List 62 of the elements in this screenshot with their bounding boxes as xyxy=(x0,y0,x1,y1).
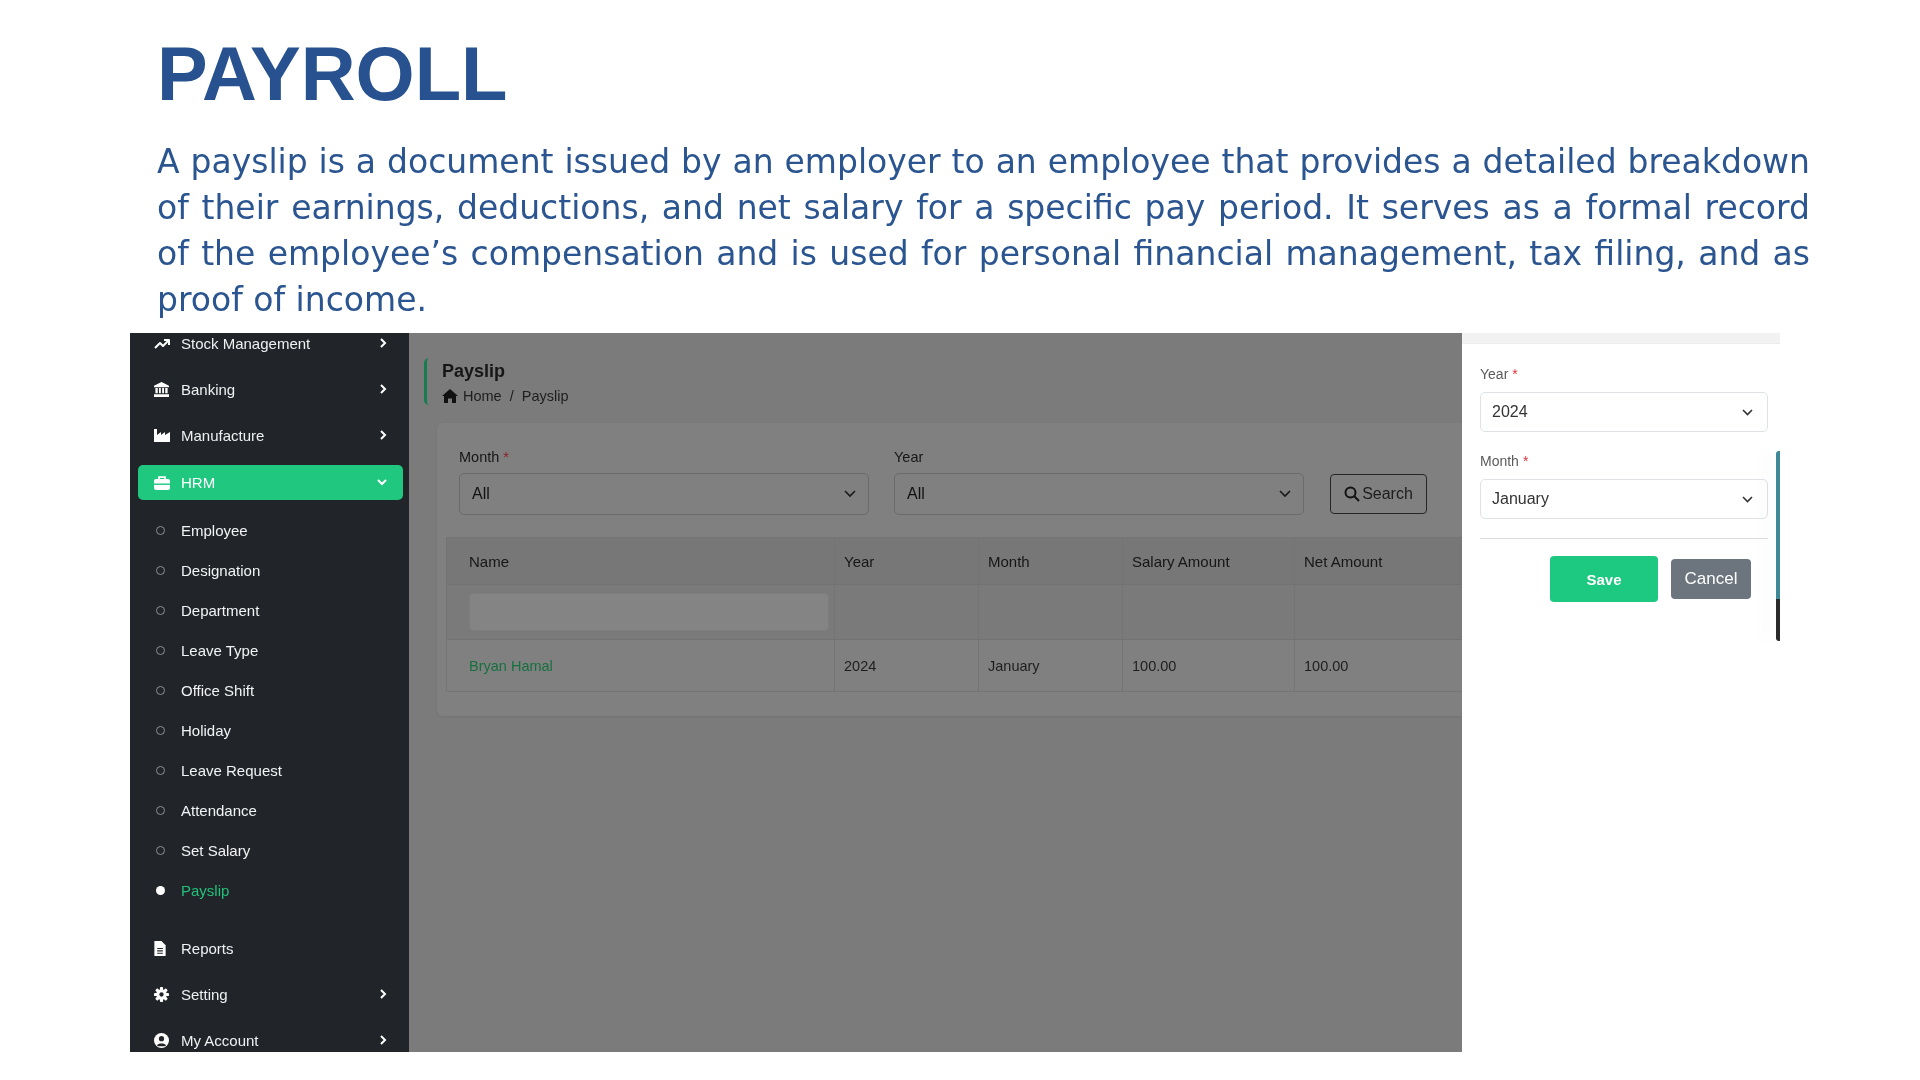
user-avatar-icon xyxy=(154,1032,169,1048)
column-header: Name xyxy=(468,551,510,572)
chevron-down-icon xyxy=(1742,495,1753,503)
select-field[interactable]: All xyxy=(894,473,1304,515)
submenu-item[interactable]: Attendance xyxy=(130,790,409,830)
factory-icon xyxy=(154,428,170,442)
ring-icon xyxy=(156,605,165,615)
chevron-down-icon xyxy=(1742,408,1753,416)
submenu-item[interactable]: Holiday xyxy=(130,710,409,750)
ring-icon xyxy=(156,685,165,695)
page-title: Payslip xyxy=(442,360,507,382)
submenu-item[interactable]: Office Shift xyxy=(130,670,409,710)
breadcrumb-link[interactable]: Home xyxy=(463,387,502,405)
briefcase-icon xyxy=(154,475,170,490)
table-cell: 2024 xyxy=(834,640,978,691)
chevron-down-icon xyxy=(844,490,856,498)
sidebar-item[interactable]: Manufacture xyxy=(130,412,409,458)
ring-icon xyxy=(156,725,165,735)
ring-icon xyxy=(156,565,165,575)
description-paragraph: A payslip is a document issued by an employer to an employee that provides a detailed breakdown of their earnings, deductions, and net salary for a specific pay period. It serves as a formal record of the employee’s compensation and is used for personal financial management, tax filing, and as proof of income. xyxy=(157,141,1810,321)
table-cell: 100.00 xyxy=(1122,640,1294,691)
submenu-item[interactable]: Designation xyxy=(130,550,409,590)
select-field[interactable]: January xyxy=(1480,479,1768,519)
required-mark: * xyxy=(1522,452,1529,470)
select-field[interactable]: All xyxy=(459,473,869,515)
required-mark: * xyxy=(1512,365,1518,383)
ring-icon xyxy=(156,805,165,815)
field-label: Month xyxy=(459,448,500,467)
trend-arrow-icon xyxy=(154,337,170,349)
field-label: Year xyxy=(894,448,924,467)
sidebar-item[interactable]: Stock Management xyxy=(130,333,409,366)
ring-icon xyxy=(156,525,165,535)
submenu-item[interactable]: Department xyxy=(130,590,409,630)
chevron-down-icon xyxy=(1279,490,1291,498)
field-label: Month xyxy=(1480,452,1519,470)
search-icon xyxy=(1344,486,1361,502)
filled-dot-icon xyxy=(156,885,165,895)
ring-icon xyxy=(156,765,165,775)
field-label: Year xyxy=(1480,365,1509,383)
breadcrumb-current: Payslip xyxy=(521,387,569,405)
required-mark: * xyxy=(503,448,509,467)
settings-icon xyxy=(154,986,169,1002)
table-cell: January xyxy=(978,640,1122,691)
page-heading: PAYROLL xyxy=(157,36,508,112)
submenu-item[interactable]: Payslip xyxy=(130,870,409,910)
sidebar-item[interactable]: Reports xyxy=(130,925,409,971)
select-field[interactable]: 2024 xyxy=(1480,392,1768,432)
cancel-button[interactable]: Cancel xyxy=(1671,559,1751,599)
submenu-item[interactable]: Leave Type xyxy=(130,630,409,670)
bank-icon xyxy=(154,381,169,397)
submenu-item[interactable]: Set Salary xyxy=(130,830,409,870)
document-icon xyxy=(154,940,166,956)
home-icon xyxy=(442,389,458,403)
search-button[interactable]: Search xyxy=(1330,474,1427,514)
submenu-item[interactable]: Employee xyxy=(130,510,409,550)
sidebar-item[interactable]: My Account xyxy=(130,1017,409,1052)
ring-icon xyxy=(156,845,165,855)
submenu-item[interactable]: Leave Request xyxy=(130,750,409,790)
ring-icon xyxy=(156,645,165,655)
sidebar-item[interactable]: Setting xyxy=(130,971,409,1017)
breadcrumb-separator: / xyxy=(509,387,514,405)
sidebar-item[interactable]: Banking xyxy=(130,366,409,412)
